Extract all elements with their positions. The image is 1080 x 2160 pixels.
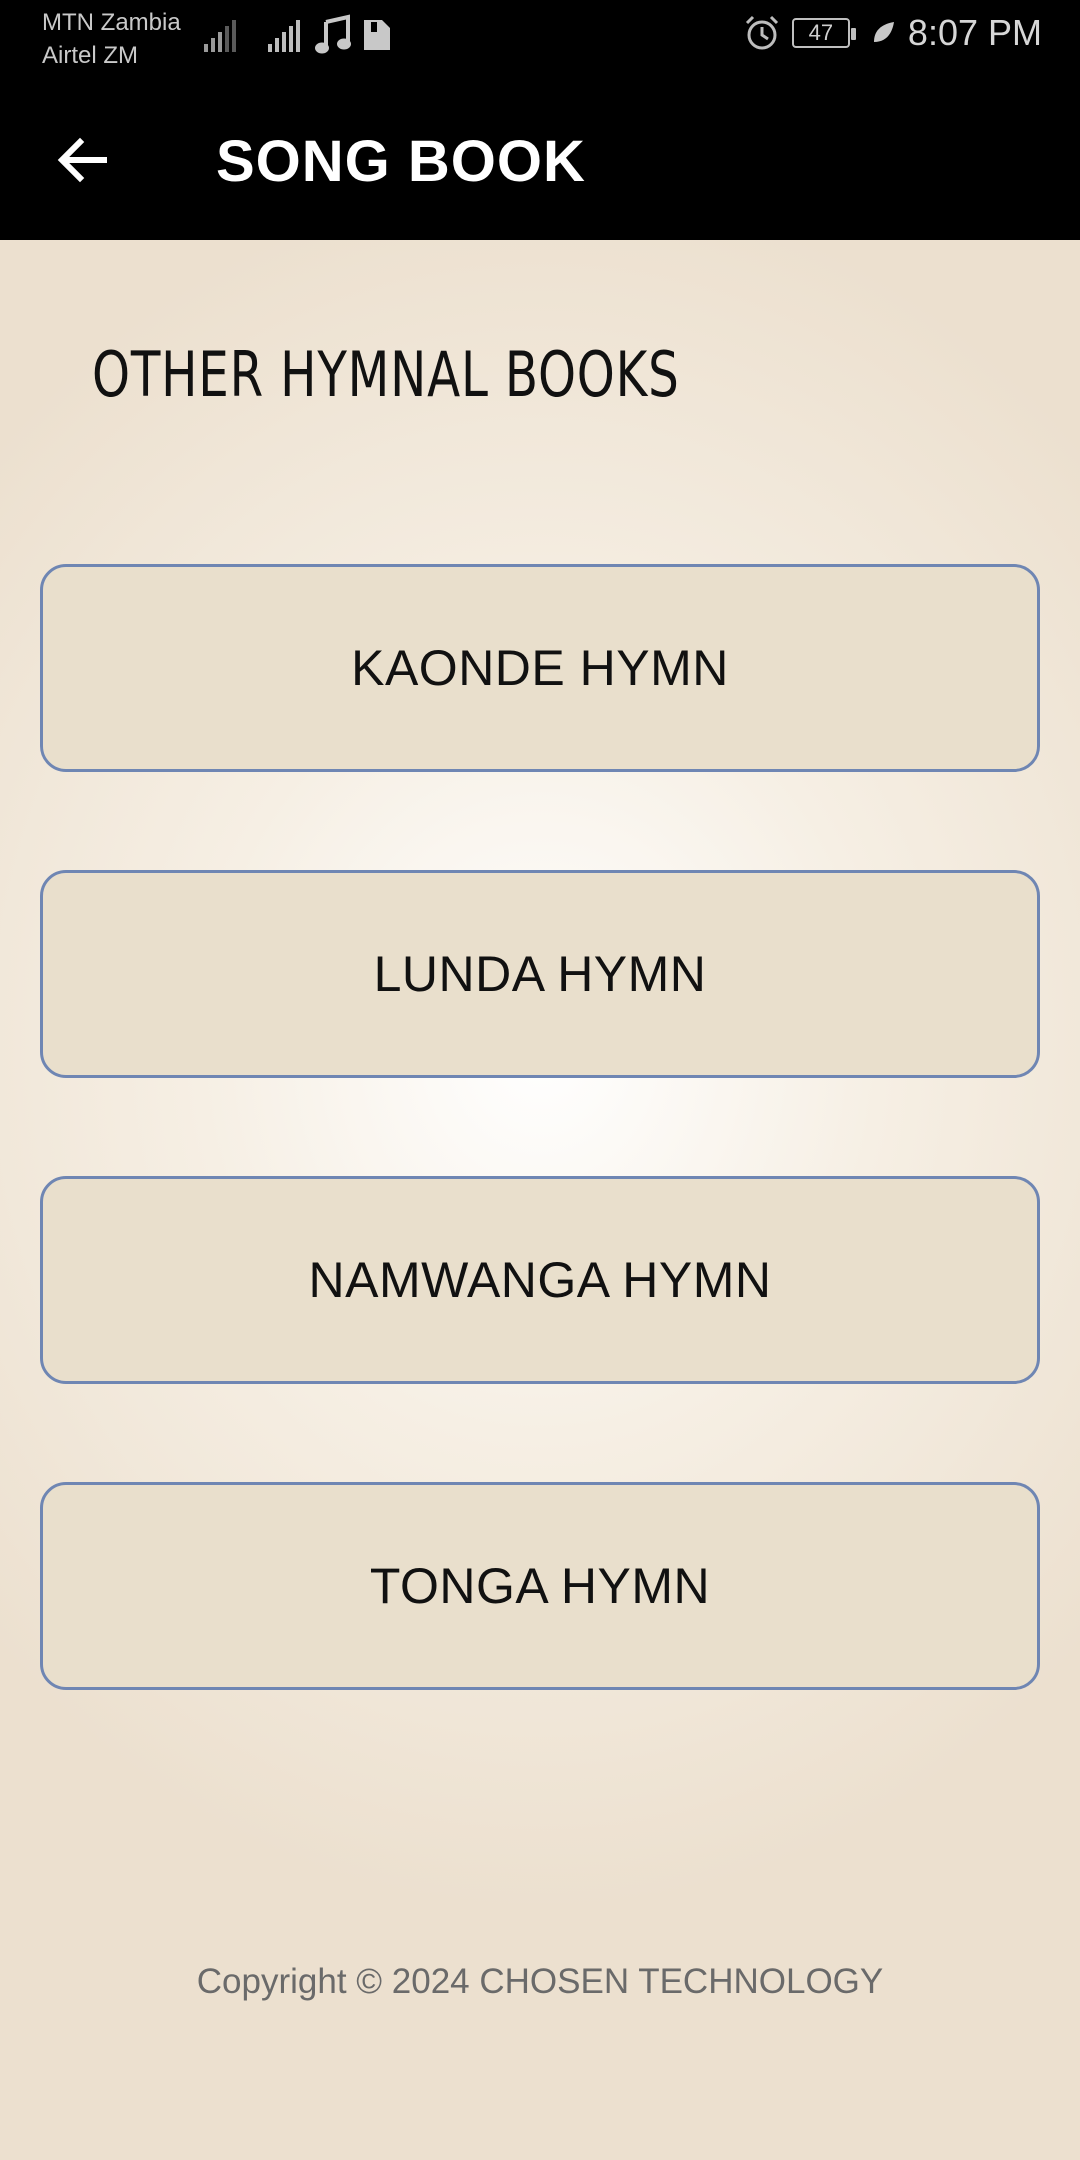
app-title: SONG BOOK xyxy=(216,129,586,194)
namwanga-hymn-button[interactable]: NAMWANGA HYMN xyxy=(40,1176,1040,1384)
carrier-2-label: Airtel ZM xyxy=(42,42,138,69)
battery-level: 47 xyxy=(808,20,834,45)
app-bar: SONG BOOK xyxy=(0,80,1080,240)
arrow-back-icon xyxy=(57,137,107,183)
section-title: OTHER HYMNAL BOOKS xyxy=(92,338,680,411)
signal-icon xyxy=(268,20,300,52)
status-bar: MTN Zambia Airtel ZM 47 8:07 PM xyxy=(0,0,1080,80)
tonga-hymn-button[interactable]: TONGA HYMN xyxy=(40,1482,1040,1690)
leaf-icon xyxy=(873,22,894,42)
clock-time: 8:07 PM xyxy=(907,12,1042,53)
battery-icon: 47 xyxy=(791,18,856,48)
music-note-icon xyxy=(315,14,351,54)
kaonde-hymn-button[interactable]: KAONDE HYMN xyxy=(40,564,1040,772)
copyright-text: Copyright © 2024 CHOSEN TECHNOLOGY xyxy=(196,1962,884,2001)
main-content: OTHER HYMNAL BOOKS KAONDE HYMN LUNDA HYM… xyxy=(0,240,1080,2160)
back-button[interactable] xyxy=(40,118,124,202)
sim-card-icon xyxy=(364,20,390,50)
carrier-info: MTN Zambia Airtel ZM xyxy=(42,6,181,72)
signal-icon xyxy=(204,20,236,52)
alarm-icon xyxy=(745,15,778,50)
lunda-hymn-button[interactable]: LUNDA HYMN xyxy=(40,870,1040,1078)
status-right-group: 47 8:07 PM xyxy=(742,12,1042,54)
carrier-1-label: MTN Zambia xyxy=(42,9,181,36)
